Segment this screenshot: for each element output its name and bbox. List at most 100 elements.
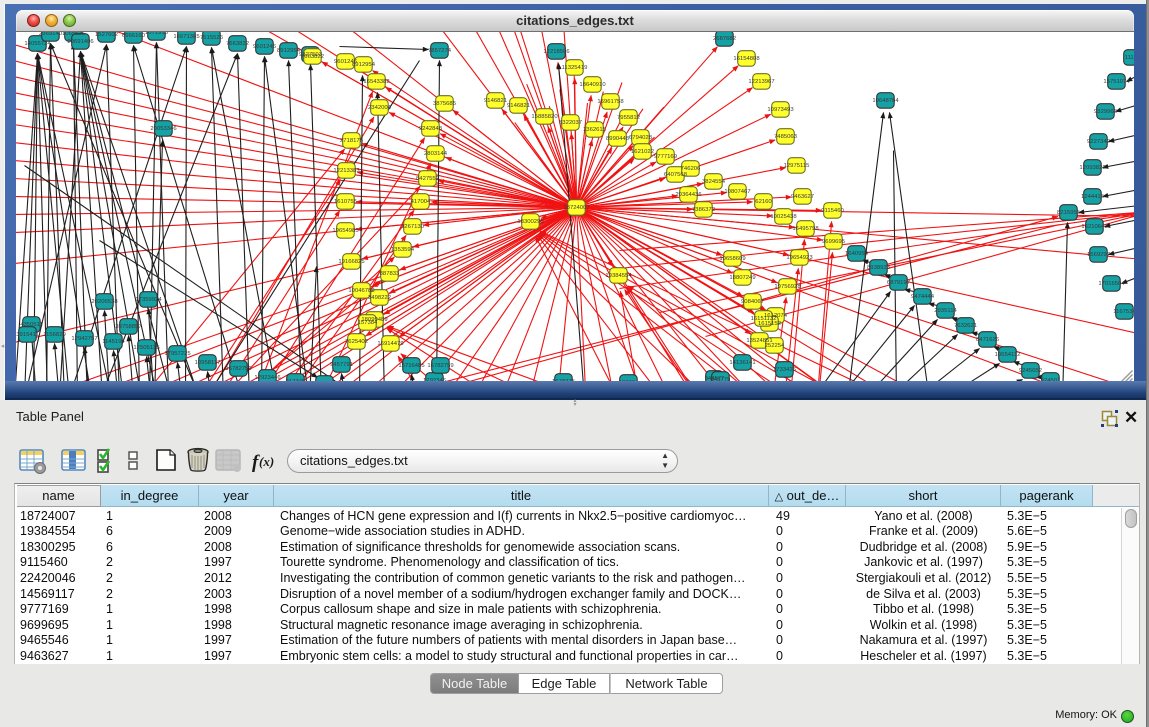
svg-text:16782759: 16782759 <box>225 366 251 372</box>
svg-text:4350511: 4350511 <box>20 322 43 328</box>
svg-text:10025438: 10025438 <box>770 214 797 220</box>
svg-text:1362615: 1362615 <box>583 127 607 133</box>
svg-text:1353594: 1353594 <box>391 247 415 253</box>
svg-text:2935114: 2935114 <box>934 308 957 314</box>
svg-text:9777169: 9777169 <box>654 154 677 160</box>
svg-text:16543382: 16543382 <box>363 79 389 85</box>
svg-text:16961758: 16961758 <box>597 99 624 105</box>
svg-text:12093822: 12093822 <box>1079 165 1105 171</box>
svg-text:18640910: 18640910 <box>579 82 606 88</box>
svg-text:1527602: 1527602 <box>95 32 118 38</box>
svg-text:252254: 252254 <box>765 343 785 349</box>
svg-text:9245652: 9245652 <box>1019 368 1042 374</box>
svg-text:16914479: 16914479 <box>377 341 403 347</box>
svg-text:7955812: 7955812 <box>617 115 640 121</box>
svg-text:18724007: 18724007 <box>563 205 589 211</box>
svg-text:10658609: 10658609 <box>719 256 745 262</box>
svg-text:19654923: 19654923 <box>786 255 813 261</box>
svg-text:9084067: 9084067 <box>741 299 764 305</box>
svg-text:9242848: 9242848 <box>419 126 443 132</box>
svg-text:12923446: 12923446 <box>254 375 281 381</box>
svg-text:7515526: 7515526 <box>200 35 224 41</box>
svg-text:3824554: 3824554 <box>702 179 726 185</box>
svg-text:924501: 924501 <box>1041 378 1061 382</box>
svg-text:12942757: 12942757 <box>71 336 97 342</box>
svg-text:945779: 945779 <box>711 377 731 382</box>
svg-text:10046788: 10046788 <box>348 288 375 294</box>
svg-text:3875685: 3875685 <box>433 101 457 107</box>
svg-text:10958117: 10958117 <box>195 360 221 366</box>
svg-text:8912954: 8912954 <box>277 48 301 54</box>
svg-text:11123: 11123 <box>1125 55 1134 61</box>
svg-text:9463627: 9463627 <box>791 194 814 200</box>
svg-text:1145194: 1145194 <box>102 339 125 345</box>
svg-text:122334: 122334 <box>619 380 639 382</box>
svg-text:12975115: 12975115 <box>784 163 810 169</box>
svg-text:9474444: 9474444 <box>911 294 935 300</box>
svg-text:14055724: 14055724 <box>24 41 51 47</box>
svg-text:2342004: 2342004 <box>368 105 392 111</box>
svg-text:17016504: 17016504 <box>1098 281 1125 287</box>
svg-text:8990448: 8990448 <box>606 136 630 142</box>
svg-text:6794028: 6794028 <box>629 135 653 141</box>
svg-text:62160: 62160 <box>755 199 772 205</box>
svg-text:20364436: 20364436 <box>675 192 702 198</box>
svg-text:9115460: 9115460 <box>821 208 844 214</box>
svg-text:15716485: 15716485 <box>398 363 425 369</box>
svg-text:3267130: 3267130 <box>401 224 425 230</box>
svg-text:6879197: 6879197 <box>887 280 910 286</box>
svg-text:19654985: 19654985 <box>332 228 359 234</box>
svg-text:3915411: 3915411 <box>16 332 39 338</box>
svg-text:11325419: 11325419 <box>562 65 588 71</box>
svg-text:16154808: 16154808 <box>733 56 760 62</box>
svg-text:7857274: 7857274 <box>428 48 452 54</box>
svg-text:2687682: 2687682 <box>713 36 736 42</box>
svg-text:1733426: 1733426 <box>773 367 797 373</box>
svg-text:912345: 912345 <box>286 379 306 382</box>
svg-text:18300295: 18300295 <box>517 219 544 225</box>
svg-text:16671365: 16671365 <box>173 34 200 40</box>
svg-text:1678275: 1678275 <box>552 379 576 382</box>
svg-text:6407568: 6407568 <box>664 172 688 178</box>
svg-text:1292346: 1292346 <box>423 378 447 382</box>
svg-text:9146821: 9146821 <box>484 98 507 104</box>
svg-text:1640954: 1640954 <box>845 251 869 257</box>
svg-text:1156829: 1156829 <box>43 332 66 338</box>
svg-text:1071913: 1071913 <box>145 32 169 36</box>
svg-text:8938923: 8938923 <box>867 265 891 271</box>
svg-text:(x): (x) <box>259 454 274 469</box>
svg-text:10654112: 10654112 <box>995 352 1021 358</box>
svg-text:9329966: 9329966 <box>1094 109 1118 115</box>
svg-text:9227342: 9227342 <box>1087 139 1110 145</box>
svg-text:19166825: 19166825 <box>338 259 365 265</box>
svg-text:16210643: 16210643 <box>1081 224 1108 230</box>
svg-text:17359924: 17359924 <box>135 297 162 303</box>
svg-text:19384554: 19384554 <box>605 273 632 279</box>
svg-text:8322037: 8322037 <box>559 120 582 126</box>
svg-text:14136141: 14136141 <box>729 360 755 366</box>
svg-text:9699695: 9699695 <box>822 239 846 245</box>
svg-text:7625402: 7625402 <box>345 339 368 345</box>
svg-text:19756928: 19756928 <box>774 284 801 290</box>
svg-text:12218506: 12218506 <box>543 49 570 55</box>
svg-text:8912954: 8912954 <box>352 62 376 68</box>
svg-text:6966160: 6966160 <box>122 33 146 39</box>
svg-text:8471626: 8471626 <box>976 337 1000 343</box>
svg-text:20691406: 20691406 <box>67 39 94 45</box>
svg-text:9601246: 9601246 <box>253 44 277 50</box>
svg-text:7663822: 7663822 <box>301 54 324 60</box>
svg-text:12505135: 12505135 <box>133 345 160 351</box>
svg-text:15751074: 15751074 <box>1103 79 1130 85</box>
svg-text:9457791: 9457791 <box>330 362 353 368</box>
svg-text:3498222: 3498222 <box>368 295 391 301</box>
svg-text:15885820: 15885820 <box>531 114 558 120</box>
svg-text:1569297: 1569297 <box>1087 252 1110 258</box>
svg-text:157384: 157384 <box>358 320 378 326</box>
svg-text:16151132: 16151132 <box>751 316 777 322</box>
svg-text:17957225: 17957225 <box>164 351 191 357</box>
svg-text:7485063: 7485063 <box>774 134 798 140</box>
svg-text:734562: 734562 <box>315 381 335 382</box>
svg-text:7663822: 7663822 <box>226 41 249 47</box>
svg-text:2718176: 2718176 <box>340 138 364 144</box>
svg-text:746206: 746206 <box>681 166 701 172</box>
